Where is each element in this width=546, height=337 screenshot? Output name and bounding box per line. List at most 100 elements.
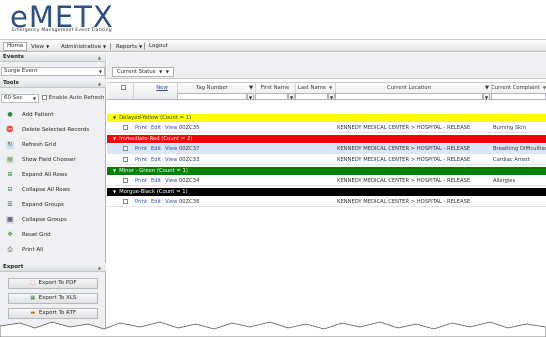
tool-delete-selected[interactable]: ⛔ Delete Selected Records <box>0 124 105 136</box>
tool-refresh-grid[interactable]: ↻ Refresh Grid <box>0 139 105 151</box>
tool-collapse-groups[interactable]: ▦ Collapse Groups <box>0 214 105 226</box>
auto-refresh-toggle[interactable]: Enable Auto Refresh <box>42 94 105 103</box>
sidebar: Events ▲ Surge Event ▼ Tools ▲ 60 Sec ▼ … <box>0 53 106 337</box>
column-new[interactable]: New <box>147 83 177 93</box>
column-tag-number-label: Tag Number <box>196 85 228 91</box>
print-link[interactable]: Print <box>135 123 147 133</box>
tool-label: Show Field Chooser <box>22 157 76 163</box>
group-header-immediate-red[interactable]: ▼ Immediate-Red (Count = 2) <box>107 135 546 143</box>
edit-link[interactable]: Edit <box>151 144 161 154</box>
tool-print-all[interactable]: ⎙ Print All <box>0 244 105 256</box>
menu-administrative[interactable]: Administrative ▼ <box>58 42 109 51</box>
auto-refresh-checkbox[interactable] <box>42 95 47 100</box>
tool-reset-grid[interactable]: ✥ Reset Grid <box>0 229 105 241</box>
edit-link[interactable]: Edit <box>151 197 161 207</box>
column-last-name[interactable]: Last Name ▼ <box>295 83 335 93</box>
row-checkbox[interactable] <box>123 157 128 162</box>
filter-icon: ▼ <box>484 85 490 91</box>
edit-link[interactable]: Edit <box>151 176 161 186</box>
view-link[interactable]: View <box>165 197 177 207</box>
tool-show-field-chooser[interactable]: ▤ Show Field Chooser <box>0 154 105 166</box>
view-link[interactable]: View <box>165 123 177 133</box>
expand-toggle-icon[interactable]: ▼ <box>113 168 116 173</box>
expand-toggle-icon[interactable]: ▼ <box>113 189 116 194</box>
column-first-name[interactable]: First Name <box>255 83 295 93</box>
print-link[interactable]: Print <box>135 197 147 207</box>
select-all-column[interactable] <box>117 83 129 93</box>
menu-view[interactable]: View ▼ <box>28 42 52 51</box>
tag-number-filter-input[interactable] <box>177 93 247 100</box>
collapse-icon[interactable]: ▲ <box>98 53 101 62</box>
export-pdf-button[interactable]: ⬚ Export To PDF <box>8 278 98 289</box>
table-row[interactable]: Print Edit View 00ZC33 KENNEDY MEDICAL C… <box>107 155 546 165</box>
edit-link[interactable]: Edit <box>151 123 161 133</box>
last-name-filter-input[interactable] <box>295 93 328 100</box>
export-section-header[interactable]: Export ▲ <box>0 263 106 272</box>
column-current-location[interactable]: Current Location <box>335 83 483 93</box>
first-name-filter-input[interactable] <box>255 93 288 100</box>
tool-collapse-all-rows[interactable]: ⊟ Collapse All Rows <box>0 184 105 196</box>
field-chooser-icon: ▤ <box>6 156 14 164</box>
current-location-cell: KENNEDY MEDICAL CENTER > HOSPITAL - RELE… <box>337 199 471 205</box>
expand-toggle-icon[interactable]: ▼ <box>113 136 116 141</box>
menu-home[interactable]: Home <box>3 42 28 51</box>
tool-label: Refresh Grid <box>22 142 57 148</box>
column-current-location-filter[interactable]: ▼ <box>483 83 491 93</box>
current-location-cell: KENNEDY MEDICAL CENTER > HOSPITAL - RELE… <box>337 178 471 184</box>
app-header: eMETX Emergency Management Event Trackin… <box>0 0 546 38</box>
tools-section-header[interactable]: Tools ▲ <box>0 79 106 88</box>
table-row[interactable]: Print Edit View 00ZC34 KENNEDY MEDICAL C… <box>107 176 546 186</box>
group-header-morgue-black[interactable]: ▼ Morgue-Black (Count = 1) <box>107 188 546 196</box>
group-label: Immediate-Red (Count = 2) <box>119 136 193 142</box>
tool-expand-all-rows[interactable]: ⊞ Expand All Rows <box>0 169 105 181</box>
table-row[interactable]: Print Edit View 00ZC37 KENNEDY MEDICAL C… <box>107 144 546 154</box>
current-status-filter[interactable]: Current Status ▼ ▼ <box>112 67 174 77</box>
row-checkbox[interactable] <box>123 146 128 151</box>
table-row[interactable]: Print Edit View 00ZC36 KENNEDY MEDICAL C… <box>107 197 546 207</box>
edit-link[interactable]: Edit <box>151 155 161 165</box>
group-header-minor-green[interactable]: ▼ Minor - Green (Count = 1) <box>107 167 546 175</box>
export-rtf-label: Export To RTF <box>38 310 77 316</box>
tool-add-patient[interactable]: ● Add Patient <box>0 109 105 121</box>
tool-expand-groups[interactable]: ☰ Expand Groups <box>0 199 105 211</box>
print-link[interactable]: Print <box>135 176 147 186</box>
view-link[interactable]: View <box>165 155 177 165</box>
menu-reports[interactable]: Reports ▼ <box>113 42 145 51</box>
tools-section-title: Tools <box>3 80 19 86</box>
print-link[interactable]: Print <box>135 144 147 154</box>
menu-home-label: Home <box>7 43 24 49</box>
row-checkbox[interactable] <box>123 125 128 130</box>
menu-administrative-label: Administrative <box>61 44 102 50</box>
menu-logout[interactable]: Logout <box>146 42 171 51</box>
refresh-interval-select[interactable]: 60 Sec ▼ <box>1 94 39 103</box>
event-select-value: Surge Event <box>4 68 38 74</box>
print-link[interactable]: Print <box>135 155 147 165</box>
current-location-filter-input[interactable] <box>335 93 483 100</box>
column-tag-number[interactable]: Tag Number <box>177 83 247 93</box>
event-select[interactable]: Surge Event ▼ <box>1 67 105 76</box>
column-tag-number-filter[interactable]: ▼ <box>247 83 255 93</box>
refresh-icon: ↻ <box>6 141 14 149</box>
collapse-icon[interactable]: ▲ <box>98 79 101 88</box>
collapse-icon[interactable]: ▲ <box>98 263 101 272</box>
current-location-filter-button[interactable]: ▼ <box>483 93 490 100</box>
expand-toggle-icon[interactable]: ▼ <box>113 115 116 120</box>
events-section-header[interactable]: Events ▲ <box>0 53 106 62</box>
row-checkbox[interactable] <box>123 199 128 204</box>
view-link[interactable]: View <box>165 144 177 154</box>
group-header-delayed-yellow[interactable]: ▼ Delayed-Yellow (Count = 1) <box>107 114 546 122</box>
view-link[interactable]: View <box>165 176 177 186</box>
current-complaint-cell: Burning Skin <box>493 125 526 131</box>
current-complaint-filter-input[interactable] <box>491 93 546 100</box>
tool-label: Delete Selected Records <box>22 127 90 133</box>
tag-number-filter-button[interactable]: ▼ <box>247 93 254 100</box>
select-all-checkbox[interactable] <box>120 85 126 90</box>
pdf-icon: ⬚ <box>30 279 35 286</box>
chevron-down-icon: ▼ <box>103 44 107 49</box>
column-current-complaint[interactable]: Current Complaint ▼ <box>491 83 546 93</box>
row-checkbox[interactable] <box>123 178 128 183</box>
export-xls-button[interactable]: ▦ Export To XLS <box>8 293 98 304</box>
table-row[interactable]: Print Edit View 00ZC35 KENNEDY MEDICAL C… <box>107 123 546 133</box>
first-name-filter-button[interactable]: ▼ <box>288 93 295 100</box>
last-name-filter-button[interactable]: ▼ <box>328 93 335 100</box>
